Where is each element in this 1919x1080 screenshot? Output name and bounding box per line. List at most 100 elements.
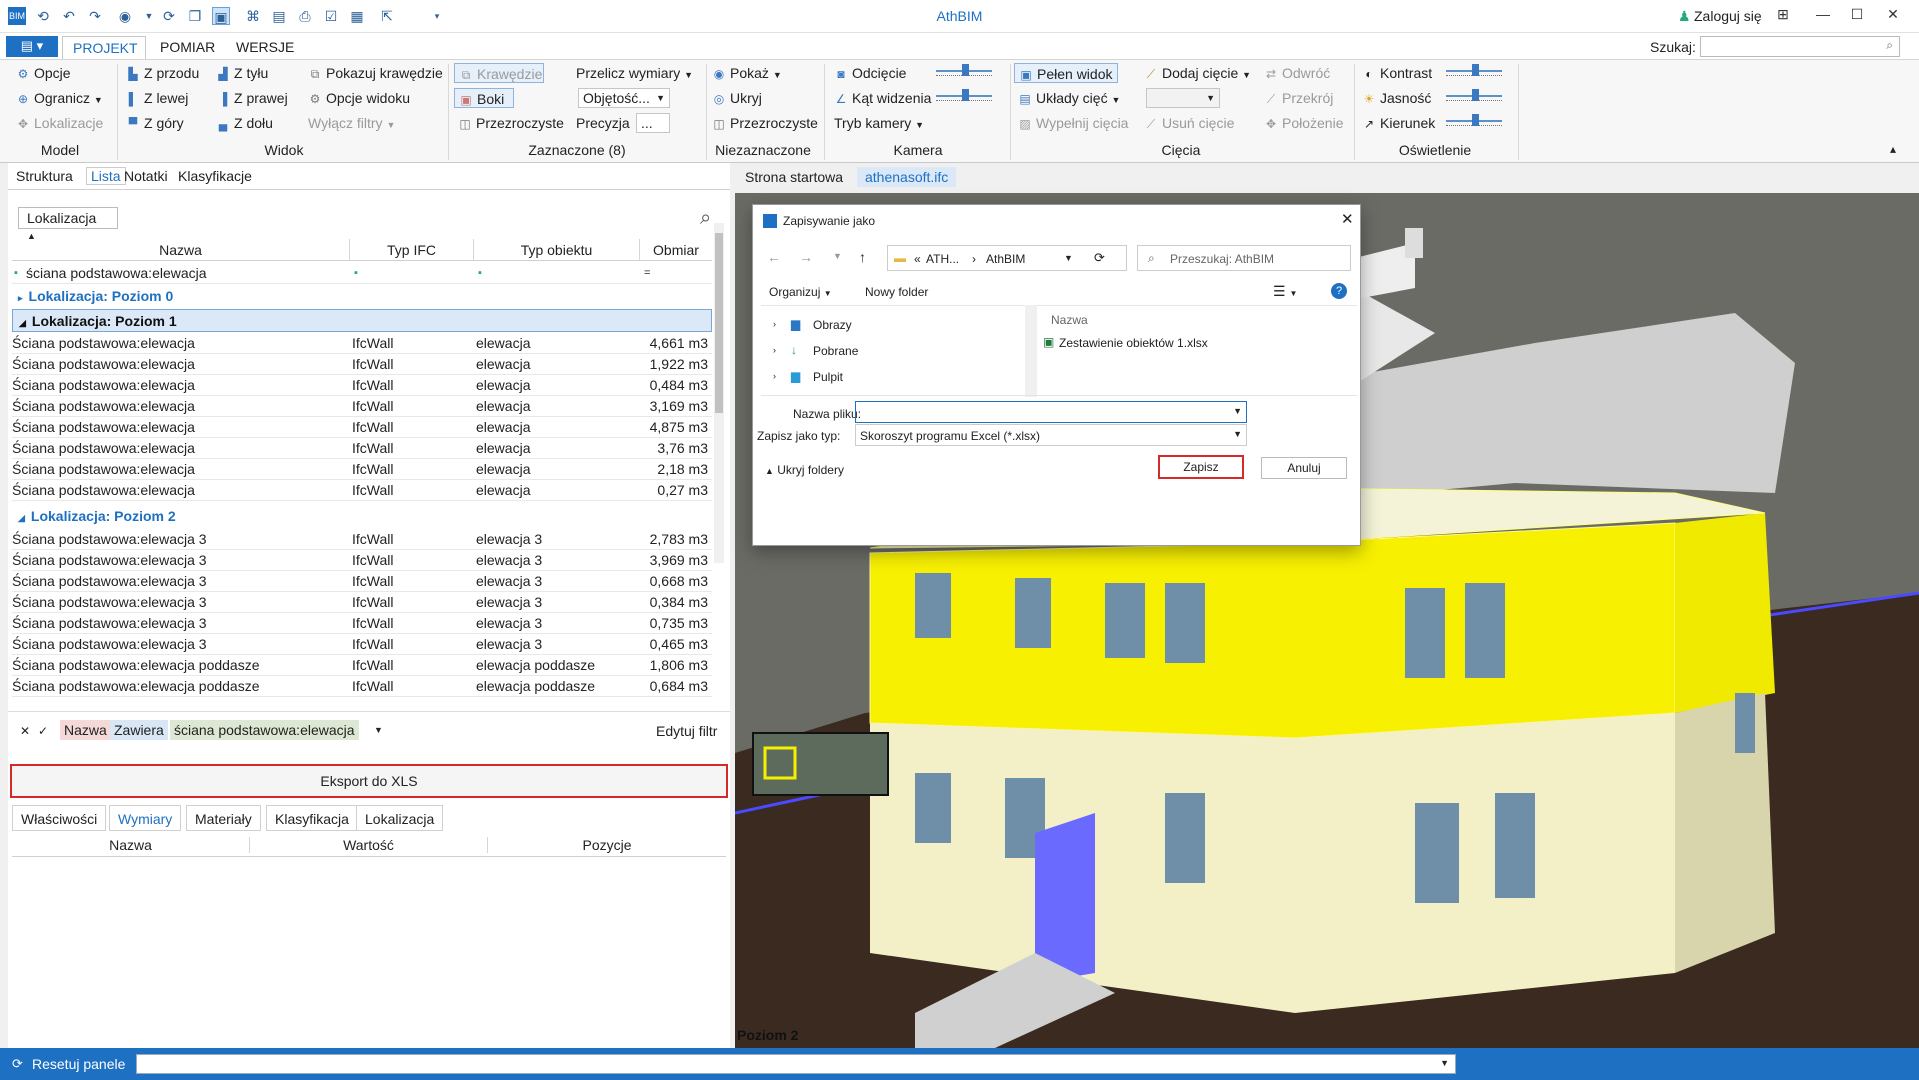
contrast-slider[interactable] xyxy=(1446,64,1502,76)
tab-start-page[interactable]: Strona startowa xyxy=(745,169,843,185)
tab-klasyfikacja[interactable]: Klasyfikacja xyxy=(266,805,358,831)
col-typ-obiektu[interactable]: Typ obiektu xyxy=(474,239,640,261)
organize-menu[interactable]: Organizuj ▼ xyxy=(769,285,832,299)
position-button[interactable]: ✥ Położenie xyxy=(1264,113,1344,133)
camera-mode-button[interactable]: Tryb kamery ▼ xyxy=(834,113,924,133)
direction-button[interactable]: ↗ Kierunek xyxy=(1362,113,1435,133)
show-edges-button[interactable]: ⧉ Pokazuj krawędzie xyxy=(308,63,443,83)
maximize-icon[interactable]: ☐ xyxy=(1846,6,1868,26)
table-row[interactable]: Ściana podstawowa:elewacja IfcWall elewacj… xyxy=(12,375,712,396)
lokalizacje-button[interactable]: ✥ Lokalizacje xyxy=(16,113,103,133)
table-row[interactable]: Ściana podstawowa:elewacja poddasze IfcWa… xyxy=(12,655,712,676)
section-select[interactable]: ▼ xyxy=(1146,88,1220,108)
filetype-select[interactable]: Skoroszyt programu Excel (*.xlsx) ▼ xyxy=(855,424,1247,446)
tab-projekt[interactable]: PROJEKT xyxy=(62,36,146,59)
dialog-search-input[interactable]: ⌕ Przeszukaj: AthBIM xyxy=(1137,245,1351,271)
fill-sections-button[interactable]: ▨ Wypełnij cięcia xyxy=(1018,113,1128,133)
full-view-toggle[interactable]: ▣ Pełen widok xyxy=(1014,63,1118,83)
path-bar[interactable]: ▬ « ATH... › AthBIM ▼ ⟳ xyxy=(887,245,1127,271)
hide-button[interactable]: ◎ Ukryj xyxy=(712,88,762,108)
filter-chip-field[interactable]: Nazwa xyxy=(60,720,111,740)
filename-input[interactable]: ▼ xyxy=(855,401,1247,423)
tab-materialy[interactable]: Materiały xyxy=(186,805,261,831)
edit-filter-link[interactable]: Edytuj filtr xyxy=(656,723,717,739)
col-name-header[interactable]: Nazwa xyxy=(1051,313,1088,327)
top-view-button[interactable]: ▀ Z góry xyxy=(126,113,184,133)
check-icon[interactable]: ✓ xyxy=(38,724,48,738)
tab-pomiar[interactable]: POMIAR xyxy=(150,36,225,59)
file-item[interactable]: Zestawienie obiektów 1.xlsx xyxy=(1059,336,1208,350)
folder-pulpit[interactable]: Pulpit xyxy=(813,370,843,384)
forward-icon[interactable]: → xyxy=(799,249,813,265)
tab-wymiary[interactable]: Wymiary xyxy=(109,805,182,831)
close-icon[interactable]: ✕ xyxy=(1882,6,1904,26)
brightness-button[interactable]: ☀ Jasność xyxy=(1362,88,1432,108)
save-button[interactable]: Zapisz xyxy=(1158,455,1244,479)
tab-notatki[interactable]: Notatki xyxy=(124,168,168,184)
new-folder-button[interactable]: Nowy folder xyxy=(865,285,928,299)
ogranicz-button[interactable]: ⊕ Ogranicz ▼ xyxy=(16,88,103,108)
direction-slider[interactable] xyxy=(1446,114,1502,126)
precision-stepper[interactable]: ... xyxy=(636,113,670,133)
col-obmiar[interactable]: Obmiar xyxy=(640,239,712,261)
filter-row[interactable]: ▪ ściana podstawowa:elewacja ▪ ▪ = xyxy=(12,263,712,284)
boki-toggle[interactable]: ▣ Boki xyxy=(454,88,514,108)
col-nazwa[interactable]: Nazwa xyxy=(12,239,350,261)
clear-filter-icon[interactable]: ✕ xyxy=(20,724,30,738)
table-row[interactable]: Ściana podstawowa:elewacja 3 IfcWall elewa… xyxy=(12,592,712,613)
cancel-button[interactable]: Anuluj xyxy=(1261,457,1347,479)
volume-select[interactable]: Objętość... ▼ xyxy=(578,88,670,108)
transparent-unselected-button[interactable]: ◫ Przezroczyste xyxy=(712,113,818,133)
login-link[interactable]: Zaloguj się xyxy=(1694,8,1762,24)
table-row[interactable]: Ściana podstawowa:elewacja 3 IfcWall elewa… xyxy=(12,634,712,655)
table-row[interactable]: Ściana podstawowa:elewacja IfcWall elewacj… xyxy=(12,354,712,375)
table-row[interactable]: Ściana podstawowa:elewacja IfcWall elewacj… xyxy=(12,333,712,354)
group-by-chip[interactable]: Lokalizacja ▲ xyxy=(18,207,118,241)
table-row[interactable]: Ściana podstawowa:elewacja IfcWall elewacj… xyxy=(12,459,712,480)
disable-filters-button[interactable]: Wyłącz filtry ▼ xyxy=(308,113,395,133)
clipping-slider[interactable] xyxy=(936,64,992,76)
transparent-selected-button[interactable]: ◫ Przezroczyste xyxy=(458,113,564,133)
contrast-button[interactable]: ◐ Kontrast xyxy=(1362,63,1432,83)
recalc-dimensions-button[interactable]: Przelicz wymiary ▼ xyxy=(576,63,693,83)
tab-ifc-file[interactable]: athenasoft.ifc xyxy=(857,167,957,187)
app-menu-button[interactable]: ▤ ▾ xyxy=(6,36,58,57)
section-layouts-button[interactable]: ▤ Układy cięć ▼ xyxy=(1018,88,1120,108)
left-view-button[interactable]: ▌ Z lewej xyxy=(126,88,189,108)
chevron-down-icon[interactable]: ▼ xyxy=(833,251,842,261)
tab-lista[interactable]: Lista xyxy=(86,167,126,185)
folder-obrazy[interactable]: Obrazy xyxy=(813,318,852,332)
table-row[interactable]: Ściana podstawowa:elewacja IfcWall elewacj… xyxy=(12,438,712,459)
hide-folders-toggle[interactable]: ▲ Ukryj foldery xyxy=(765,463,844,477)
chevron-right-icon[interactable]: › xyxy=(773,319,776,329)
table-row[interactable]: Ściana podstawowa:elewacja 3 IfcWall elewa… xyxy=(12,613,712,634)
table-row[interactable]: Ściana podstawowa:elewacja 3 IfcWall elewa… xyxy=(12,529,712,550)
chevron-right-icon[interactable]: › xyxy=(773,345,776,355)
invert-button[interactable]: ⇄ Odwróć xyxy=(1264,63,1330,83)
table-row[interactable]: Ściana podstawowa:elewacja 3 IfcWall elewa… xyxy=(12,550,712,571)
tab-klasyfikacje[interactable]: Klasyfikacje xyxy=(178,168,252,184)
search-icon[interactable]: ⌕ xyxy=(700,207,711,230)
cross-section-button[interactable]: ⟋ Przekrój xyxy=(1264,88,1334,108)
col-typ-ifc[interactable]: Typ IFC xyxy=(350,239,474,261)
help-icon[interactable]: ? xyxy=(1331,283,1347,299)
filter-chip-value[interactable]: ściana podstawowa:elewacja xyxy=(170,720,359,740)
search-input[interactable]: ⌕ xyxy=(1700,36,1900,57)
reset-panels-button[interactable]: Resetuj panele xyxy=(32,1056,125,1072)
tab-wlasciwosci[interactable]: Właściwości xyxy=(12,805,107,831)
tab-struktura[interactable]: Struktura xyxy=(16,168,73,184)
group-row-poziom-1[interactable]: ◢ Lokalizacja: Poziom 1 xyxy=(12,309,712,332)
clipping-button[interactable]: ◙ Odcięcie xyxy=(834,63,906,83)
add-section-button[interactable]: ⟋ Dodaj cięcie ▼ xyxy=(1144,63,1251,83)
bottom-view-button[interactable]: ▄ Z dołu xyxy=(216,113,273,133)
group-row-poziom-2[interactable]: ◢ Lokalizacja: Poziom 2 xyxy=(12,505,712,528)
chevron-down-icon[interactable]: ▼ xyxy=(374,725,383,735)
table-row[interactable]: Ściana podstawowa:elewacja 3 IfcWall elewa… xyxy=(12,571,712,592)
view-options-button[interactable]: ⚙ Opcje widoku xyxy=(308,88,410,108)
brightness-slider[interactable] xyxy=(1446,89,1502,101)
right-view-button[interactable]: ▐ Z prawej xyxy=(216,88,288,108)
remove-section-button[interactable]: ⟋ Usuń cięcie xyxy=(1144,113,1235,133)
table-row[interactable]: Ściana podstawowa:elewacja IfcWall elewacj… xyxy=(12,417,712,438)
up-icon[interactable]: ↑ xyxy=(859,249,866,265)
fov-slider[interactable] xyxy=(936,89,992,101)
